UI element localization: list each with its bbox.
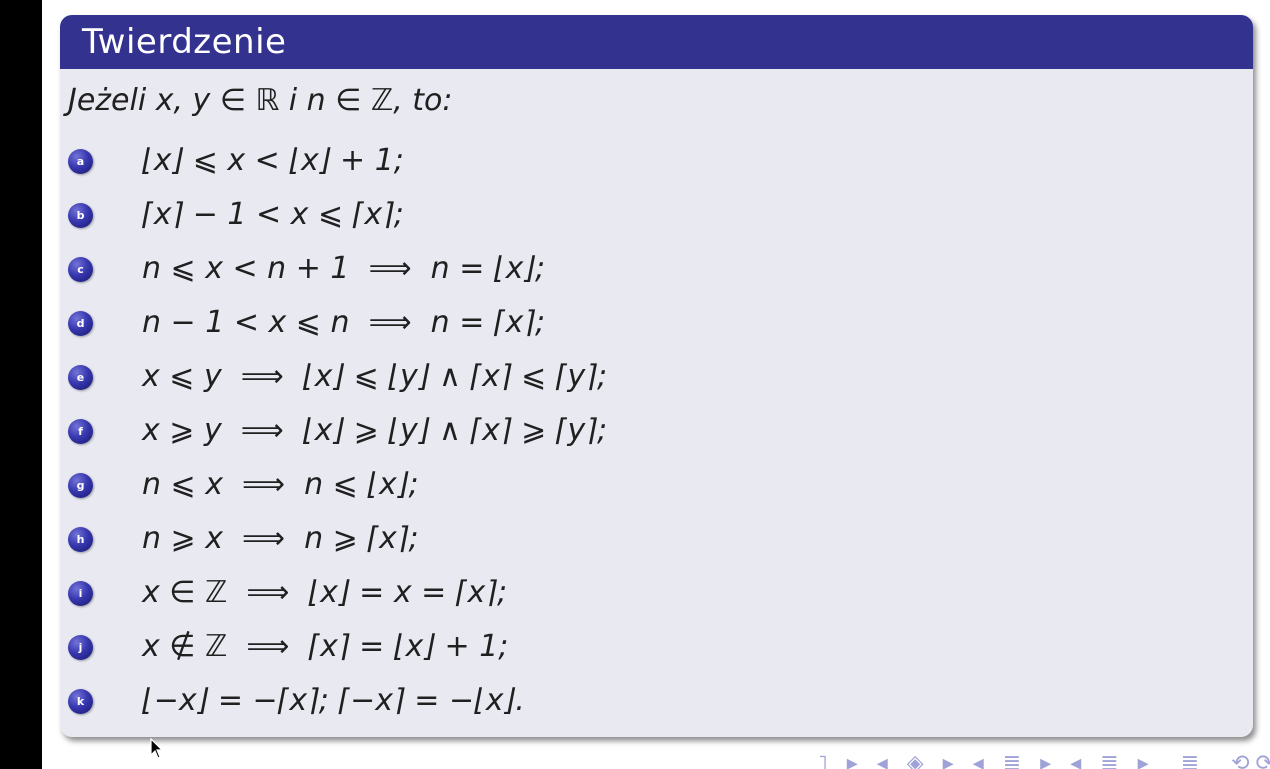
formula-c: n ⩽ x < n + 1 ⟹ n = ⌊x⌋; [142,251,546,286]
bullet-e-icon: e [68,365,93,390]
bullet-f-icon: f [68,419,93,444]
list-item: c n ⩽ x < n + 1 ⟹ n = ⌊x⌋; [60,247,1253,301]
bullet-i-icon: i [68,581,93,606]
bullet-k-icon: k [68,689,93,714]
formula-i: x ∈ ℤ ⟹ ⌊x⌋ = x = ⌈x⌉; [142,575,508,610]
list-item: a ⌊x⌋ ⩽ x < ⌊x⌋ + 1; [60,139,1253,193]
list-item: b ⌈x⌉ − 1 < x ⩽ ⌈x⌉; [60,193,1253,247]
block-title: Twierdzenie [82,22,287,62]
formula-d: n − 1 < x ⩽ n ⟹ n = ⌈x⌉; [142,305,546,340]
left-black-strip [0,0,42,769]
formula-b: ⌈x⌉ − 1 < x ⩽ ⌈x⌉; [142,197,404,232]
formula-a: ⌊x⌋ ⩽ x < ⌊x⌋ + 1; [142,143,404,178]
theorem-block: Twierdzenie Jeżeli x, y ∈ ℝ i n ∈ ℤ, to:… [60,15,1253,737]
list-item: e x ⩽ y ⟹ ⌊x⌋ ⩽ ⌊y⌋ ∧ ⌈x⌉ ⩽ ⌈y⌉; [60,355,1253,409]
navigation-symbols[interactable]: ◂ □ ▸ ◂ ◈ ▸ ◂ ≣ ▸ ◂ ≣ ▸ ≣ ⟲⟳ [820,751,1270,769]
list-item: i x ∈ ℤ ⟹ ⌊x⌋ = x = ⌈x⌉; [60,571,1253,625]
formula-k: ⌊−x⌋ = −⌈x⌉; ⌈−x⌉ = −⌊x⌋. [142,683,525,718]
formula-h: n ⩾ x ⟹ n ⩾ ⌈x⌉; [142,521,419,556]
bullet-g-icon: g [68,473,93,498]
formula-j: x ∉ ℤ ⟹ ⌈x⌉ = ⌊x⌋ + 1; [142,629,509,664]
list-item: k ⌊−x⌋ = −⌈x⌉; ⌈−x⌉ = −⌊x⌋. [60,679,1253,733]
list-item: d n − 1 < x ⩽ n ⟹ n = ⌈x⌉; [60,301,1253,355]
list-item: h n ⩾ x ⟹ n ⩾ ⌈x⌉; [60,517,1253,571]
list-item: j x ∉ ℤ ⟹ ⌈x⌉ = ⌊x⌋ + 1; [60,625,1253,679]
block-title-bar: Twierdzenie [60,15,1253,69]
list-item: f x ⩾ y ⟹ ⌊x⌋ ⩾ ⌊y⌋ ∧ ⌈x⌉ ⩾ ⌈y⌉; [60,409,1253,463]
bullet-d-icon: d [68,311,93,336]
formula-f: x ⩾ y ⟹ ⌊x⌋ ⩾ ⌊y⌋ ∧ ⌈x⌉ ⩾ ⌈y⌉; [142,413,608,448]
bullet-b-icon: b [68,203,93,228]
beamer-navigation-bar[interactable]: ◂ □ ▸ ◂ ◈ ▸ ◂ ≣ ▸ ◂ ≣ ▸ ≣ ⟲⟳ [820,745,1270,769]
bullet-c-icon: c [68,257,93,282]
formula-e: x ⩽ y ⟹ ⌊x⌋ ⩽ ⌊y⌋ ∧ ⌈x⌉ ⩽ ⌈y⌉; [142,359,608,394]
theorem-intro: Jeżeli x, y ∈ ℝ i n ∈ ℤ, to: [68,83,453,118]
bullet-h-icon: h [68,527,93,552]
mouse-cursor-icon [150,738,164,759]
formula-g: n ⩽ x ⟹ n ⩽ ⌊x⌋; [142,467,419,502]
bullet-j-icon: j [68,635,93,660]
bullet-a-icon: a [68,149,93,174]
list-item: g n ⩽ x ⟹ n ⩽ ⌊x⌋; [60,463,1253,517]
